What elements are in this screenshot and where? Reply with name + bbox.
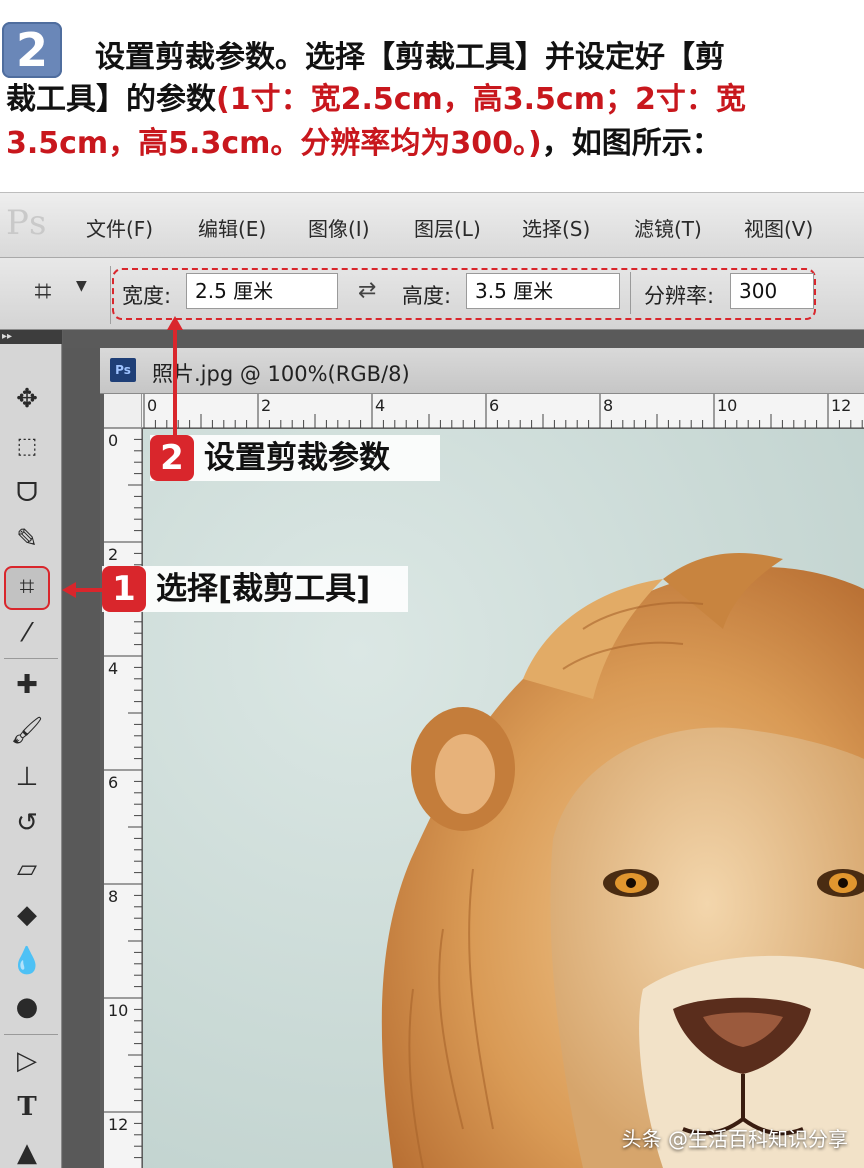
options-divider	[630, 272, 631, 314]
lasso-icon[interactable]: ᗜ	[8, 474, 46, 512]
crop-icon[interactable]: ⌗	[4, 566, 50, 610]
height-input[interactable]: 3.5 厘米	[466, 273, 620, 309]
callout-1-arrowhead	[62, 582, 76, 598]
instruction-line-1: 设置剪裁参数。选择【剪裁工具】并设定好【剪	[95, 40, 725, 75]
eyedropper-icon[interactable]: ⁄	[8, 614, 46, 652]
ruler-left-label: 4	[108, 659, 119, 678]
callout-1-text: 选择[裁剪工具]	[156, 571, 371, 607]
resolution-input[interactable]: 300	[730, 273, 814, 309]
height-label: 高度:	[402, 284, 452, 308]
instruction-line-3-text: ，如图所示：	[541, 126, 722, 161]
ruler-top-label: 6	[489, 396, 500, 415]
document-tab[interactable]: Ps 照片.jpg @ 100%(RGB/8)	[100, 348, 864, 394]
callout-1-number: 1	[102, 566, 146, 612]
photo-canvas[interactable]	[143, 429, 864, 1168]
footer-watermark: 头条 @生活百科知识分享	[621, 1127, 848, 1151]
toolbox: ▸▸ ✥ ⬚ ᗜ ✎ ⌗ ⁄ ✚ 🖌 ⊥ ↺ ▱ ◆ 💧 ● ▷ T ▲	[0, 330, 62, 1168]
callout-2-arrowhead	[167, 316, 183, 330]
callout-1-arrow-line	[72, 588, 106, 592]
ruler-top-label: 12	[831, 396, 852, 415]
history-brush-icon[interactable]: ↺	[8, 804, 46, 842]
ruler-corner[interactable]	[104, 394, 142, 428]
menu-image[interactable]: 图像(I)	[308, 213, 370, 242]
ruler-left-label: 6	[108, 773, 119, 792]
ruler-left-ticks	[104, 427, 142, 1159]
toolbox-divider	[4, 1034, 58, 1035]
ruler-top-label: 2	[261, 396, 272, 415]
toolbox-divider	[4, 658, 58, 659]
width-input[interactable]: 2.5 厘米	[186, 273, 338, 309]
bucket-icon[interactable]: ◆	[8, 896, 46, 934]
stamp-icon[interactable]: ⊥	[8, 758, 46, 796]
resolution-label: 分辨率:	[644, 284, 715, 308]
ruler-top-label: 10	[717, 396, 738, 415]
ruler-top-label: 4	[375, 396, 386, 415]
quick-select-icon[interactable]: ✎	[8, 520, 46, 558]
instruction-line-3: 3.5cm，高5.3cm。分辨率均为300。)，如图所示：	[6, 124, 722, 164]
path-select-icon[interactable]: ▷	[8, 1042, 46, 1080]
direct-select-icon[interactable]: ▲	[8, 1134, 46, 1168]
swap-icon[interactable]: ⇄	[358, 278, 376, 303]
document-gutter	[63, 348, 100, 1168]
menu-layer[interactable]: 图层(L)	[414, 213, 481, 242]
instruction-line-2-text: 裁工具】的参数	[6, 82, 216, 117]
blur-icon[interactable]: 💧	[8, 942, 46, 980]
marquee-icon[interactable]: ⬚	[8, 428, 46, 466]
step-badge: 2	[2, 22, 62, 78]
eraser-icon[interactable]: ▱	[8, 850, 46, 888]
callout-2-arrow-line	[173, 324, 177, 444]
menu-view[interactable]: 视图(V)	[744, 213, 813, 242]
ps-file-icon: Ps	[110, 358, 136, 382]
ruler-left-label: 8	[108, 887, 119, 906]
crop-preset-icon[interactable]: ⌗	[22, 272, 64, 312]
ruler-top-ticks	[143, 394, 863, 428]
callout-2-number: 2	[150, 435, 194, 481]
menu-bar: Ps 文件(F) 编辑(E) 图像(I) 图层(L) 选择(S) 滤镜(T) 视…	[0, 192, 864, 258]
lion-photo	[143, 429, 864, 1168]
document-title: 照片.jpg @ 100%(RGB/8)	[152, 362, 410, 386]
width-label: 宽度:	[122, 284, 172, 308]
chevron-down-icon[interactable]: ▼	[76, 278, 87, 294]
menu-edit[interactable]: 编辑(E)	[198, 213, 266, 242]
dodge-icon[interactable]: ●	[8, 988, 46, 1026]
ruler-left-label: 2	[108, 545, 119, 564]
instruction-line-3-red: 3.5cm，高5.3cm。分辨率均为300。)	[6, 126, 542, 161]
app-logo: Ps	[6, 203, 48, 243]
ruler-left: 0 2 4 6 8 10 12	[104, 427, 142, 1168]
ruler-top-label: 8	[603, 396, 614, 415]
ruler-left-label: 0	[108, 431, 119, 450]
ruler-top: 0 2 4 6 8 10 12	[104, 394, 864, 428]
photoshop-window: Ps 文件(F) 编辑(E) 图像(I) 图层(L) 选择(S) 滤镜(T) 视…	[0, 192, 864, 1168]
ruler-left-label: 10	[108, 1001, 129, 1020]
menu-select[interactable]: 选择(S)	[522, 213, 590, 242]
options-separator	[110, 266, 111, 324]
type-icon[interactable]: T	[8, 1088, 46, 1126]
ruler-left-label: 12	[108, 1115, 129, 1134]
instruction-line-2-red: (1寸：宽2.5cm，高3.5cm；2寸：宽	[216, 82, 746, 117]
callout-2-text: 设置剪裁参数	[204, 440, 390, 476]
menu-filter[interactable]: 滤镜(T)	[634, 213, 702, 242]
callout-2: 2 设置剪裁参数	[150, 435, 440, 481]
menu-file[interactable]: 文件(F)	[86, 213, 153, 242]
instruction-line-2: 裁工具】的参数(1寸：宽2.5cm，高3.5cm；2寸：宽	[6, 80, 746, 120]
options-bar: ⌗ ▼ 宽度: 2.5 厘米 ⇄ 高度: 3.5 厘米 分辨率: 300	[0, 258, 864, 330]
callout-1: 1 选择[裁剪工具]	[102, 566, 408, 612]
ruler-top-label: 0	[147, 396, 158, 415]
move-icon[interactable]: ✥	[8, 380, 46, 418]
brush-icon[interactable]: 🖌	[8, 712, 46, 750]
healing-icon[interactable]: ✚	[8, 666, 46, 704]
instruction-header: 2 设置剪裁参数。选择【剪裁工具】并设定好【剪 裁工具】的参数(1寸：宽2.5c…	[0, 0, 864, 190]
toolbox-collapse[interactable]: ▸▸	[0, 330, 62, 344]
